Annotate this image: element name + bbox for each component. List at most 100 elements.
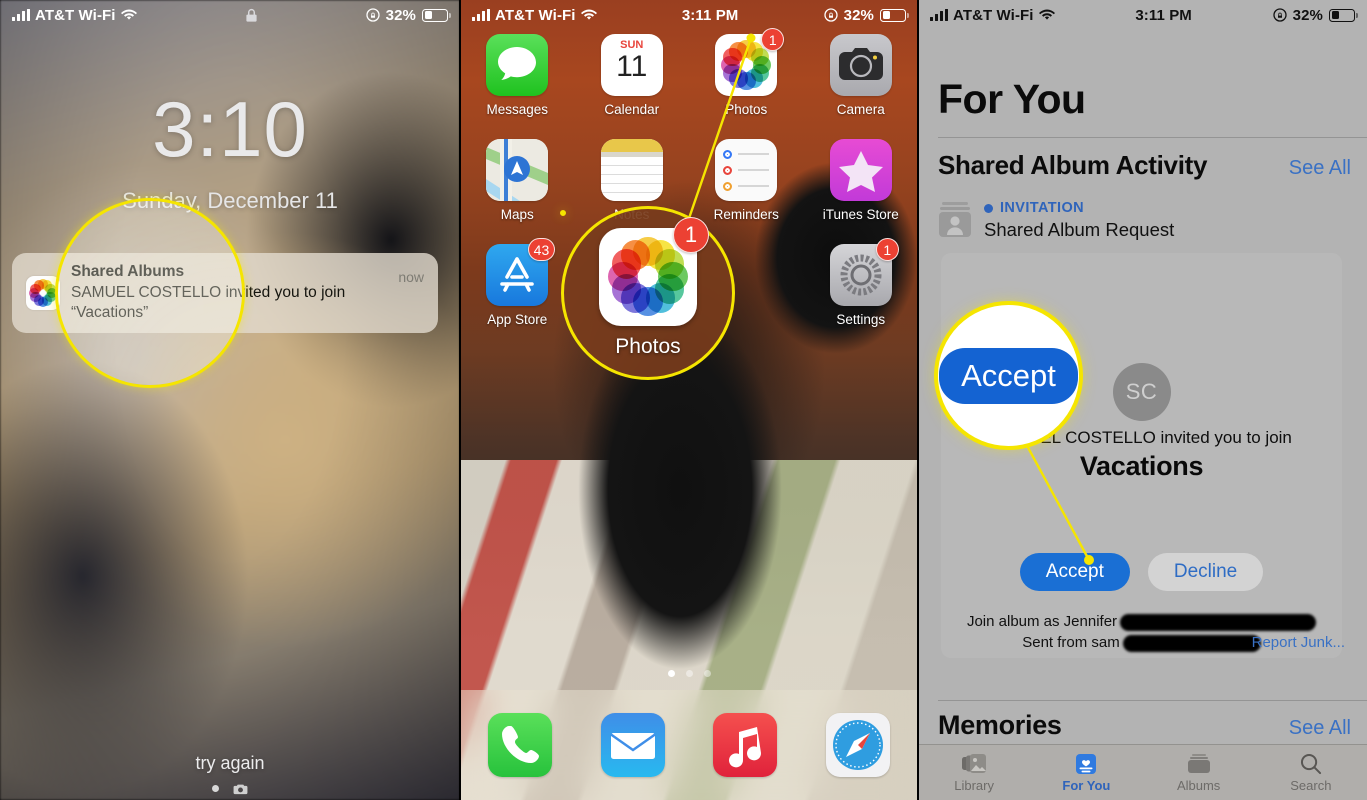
battery-percent-label: 32%	[385, 6, 416, 24]
card-action-buttons: Accept Decline	[941, 553, 1342, 591]
invitation-name: Shared Album Request	[984, 219, 1175, 240]
accept-button-magnifier: Accept	[938, 305, 1079, 446]
dock-app-music[interactable]	[689, 713, 802, 777]
photos-icon: 1	[715, 28, 785, 96]
app-label: Reminders	[713, 207, 779, 222]
itunes-store-icon	[829, 139, 892, 201]
redaction-bar	[1122, 634, 1261, 652]
tab-label: Search	[1290, 778, 1332, 793]
tab-for-you[interactable]: For You	[1030, 753, 1142, 793]
accept-button[interactable]: Accept	[1019, 553, 1130, 591]
invitation-kicker-label: INVITATION	[1000, 200, 1085, 216]
photos-petal	[729, 42, 748, 61]
page-indicator-dots	[460, 670, 918, 677]
clock-label: 3:11 PM	[1135, 6, 1192, 24]
settings-icon: 1	[829, 238, 899, 306]
app-label: Messages	[486, 102, 549, 117]
calendar-icon: SUN 11	[600, 34, 663, 96]
safari-icon	[825, 713, 890, 777]
camera-icon[interactable]	[233, 782, 248, 795]
app-label: Photos	[725, 102, 768, 117]
badge-count: 1	[673, 216, 709, 253]
reminders-icon	[715, 139, 778, 201]
photos-petal	[33, 280, 44, 291]
messages-icon	[486, 34, 549, 96]
lock-icon	[245, 7, 258, 24]
section-divider	[938, 137, 1367, 138]
app-label: App Store	[487, 312, 548, 327]
battery-percent-label: 32%	[843, 6, 874, 24]
app-messages[interactable]: Messages	[460, 34, 575, 139]
app-label: Maps	[500, 207, 534, 222]
lock-status-center	[137, 7, 366, 24]
app-app-store[interactable]: 43 App Store	[460, 238, 575, 349]
notes-icon	[600, 139, 663, 201]
app-camera[interactable]: Camera	[804, 34, 919, 139]
badge-count: 1	[875, 238, 899, 261]
dock-app-mail[interactable]	[577, 713, 690, 777]
app-maps[interactable]: Maps	[460, 139, 575, 244]
search-icon	[1301, 753, 1322, 775]
report-junk-link[interactable]: Report Junk...	[1252, 634, 1345, 651]
tab-search[interactable]: Search	[1255, 752, 1367, 793]
rotation-lock-icon	[366, 8, 380, 22]
cellular-signal-icon	[930, 9, 948, 21]
home-dock	[460, 690, 918, 800]
phone-icon	[488, 713, 553, 777]
sent-from-label: Sent from sam	[1022, 634, 1120, 651]
redaction-bar	[1120, 613, 1317, 631]
shared-album-activity-header: Shared Album Activity See All	[938, 150, 1351, 181]
decline-button[interactable]: Decline	[1147, 553, 1264, 591]
badge-count: 43	[527, 238, 556, 261]
battery-percent-label: 32%	[1292, 6, 1323, 24]
tab-label: For You	[1062, 777, 1111, 793]
page-dot[interactable]	[667, 670, 675, 677]
calendar-day-number: 11	[616, 50, 648, 83]
app-settings[interactable]: 1 Settings	[804, 238, 919, 349]
contact-card-icon	[938, 200, 972, 237]
albums-icon	[1187, 753, 1210, 773]
lock-time: 3:10	[152, 85, 308, 173]
badge-count: 1	[761, 28, 785, 51]
tab-label: Albums	[1176, 777, 1221, 793]
rotation-lock-icon	[1273, 8, 1287, 22]
page-title: For You	[938, 76, 1086, 122]
carrier-label: AT&T Wi-Fi	[495, 6, 576, 24]
page-dot[interactable]	[703, 670, 711, 677]
panel-divider-1	[459, 0, 461, 800]
app-calendar[interactable]: SUN 11 Calendar	[575, 34, 690, 139]
cellular-signal-icon	[472, 9, 490, 21]
section-title: Shared Album Activity	[938, 150, 1208, 180]
tab-albums[interactable]: Albums	[1143, 753, 1255, 793]
lock-notification-callout	[55, 198, 245, 388]
carrier-label: AT&T Wi-Fi	[953, 6, 1034, 24]
home-photos-magnifier: 1 Photos	[561, 206, 735, 380]
app-itunes-store[interactable]: iTunes Store	[804, 139, 919, 244]
see-all-link[interactable]: See All	[1289, 717, 1351, 740]
wifi-icon	[580, 9, 597, 21]
home-indicator-dot	[212, 784, 219, 792]
dock-app-safari[interactable]	[802, 713, 915, 777]
tab-library[interactable]: Library	[918, 753, 1030, 793]
join-album-as-line: Join album as Jennifer	[941, 613, 1342, 631]
see-all-link[interactable]: See All	[1289, 157, 1351, 180]
album-name: Vacations	[1079, 451, 1204, 481]
unread-dot-icon	[984, 203, 993, 213]
page-dot[interactable]	[685, 670, 693, 677]
photos-icon: 1	[599, 216, 709, 326]
wifi-icon	[1038, 9, 1055, 21]
invitation-kicker: INVITATION	[984, 200, 1174, 216]
camera-icon	[829, 34, 892, 96]
avatar: SC	[1112, 363, 1171, 421]
photos-status-bar: AT&T Wi-Fi 3:11 PM 32%	[918, 0, 1367, 30]
invitation-row[interactable]: INVITATION Shared Album Request	[938, 200, 1174, 241]
tab-label: Library	[954, 777, 994, 793]
photos-tab-bar: Library For You Albums Search	[918, 744, 1367, 800]
maps-icon	[486, 139, 549, 201]
music-icon	[713, 713, 778, 777]
app-photos[interactable]: 1 Photos	[689, 28, 804, 139]
app-row: Messages SUN 11 Calendar 1 Photos Camera	[460, 28, 919, 139]
dock-app-phone[interactable]	[464, 713, 577, 777]
accept-button-magnified[interactable]: Accept	[939, 347, 1078, 404]
notification-timestamp: now	[398, 269, 424, 285]
